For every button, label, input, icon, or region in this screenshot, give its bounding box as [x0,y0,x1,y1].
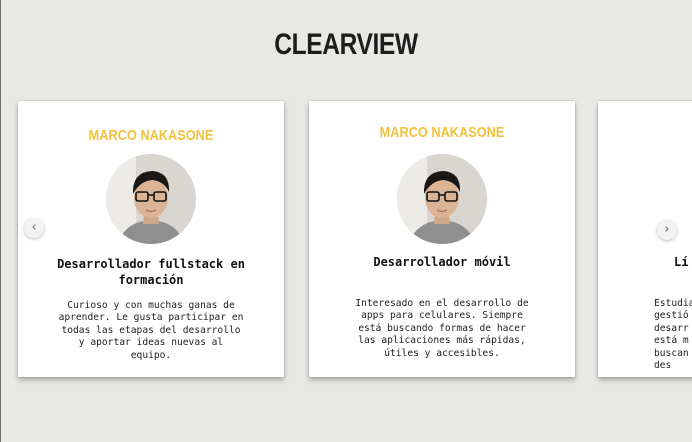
avatar [397,154,487,244]
team-carousel: MARCO NAKASONE Desarrollador fullstack e… [0,0,692,442]
team-card: MARCO NAKASONE Desarrollador fullstack e… [18,101,284,377]
team-card: MARCO NAKASONE Desarrollador móvil Inter… [309,101,575,377]
member-name: MARCO NAKASONE [379,124,505,141]
carousel-next-button[interactable]: › [657,220,677,240]
member-description: Estudia gestió desarr está m buscan des [654,298,692,372]
team-card: Lí Estudia gestió desarr está m buscan d… [598,101,692,377]
carousel-prev-button[interactable]: ‹ [24,218,44,238]
member-name: MARCO NAKASONE [88,127,214,144]
member-description: Interesado en el desarrollo de apps para… [355,298,529,359]
avatar [106,154,196,244]
member-role: Desarrollador fullstack en formación [57,257,245,287]
member-description: Curioso y con muchas ganas de aprender. … [58,300,244,361]
member-role: Desarrollador móvil [373,255,511,269]
chevron-left-icon: ‹ [31,220,37,235]
chevron-right-icon: › [664,222,670,237]
member-role-text: Lí [674,255,689,269]
